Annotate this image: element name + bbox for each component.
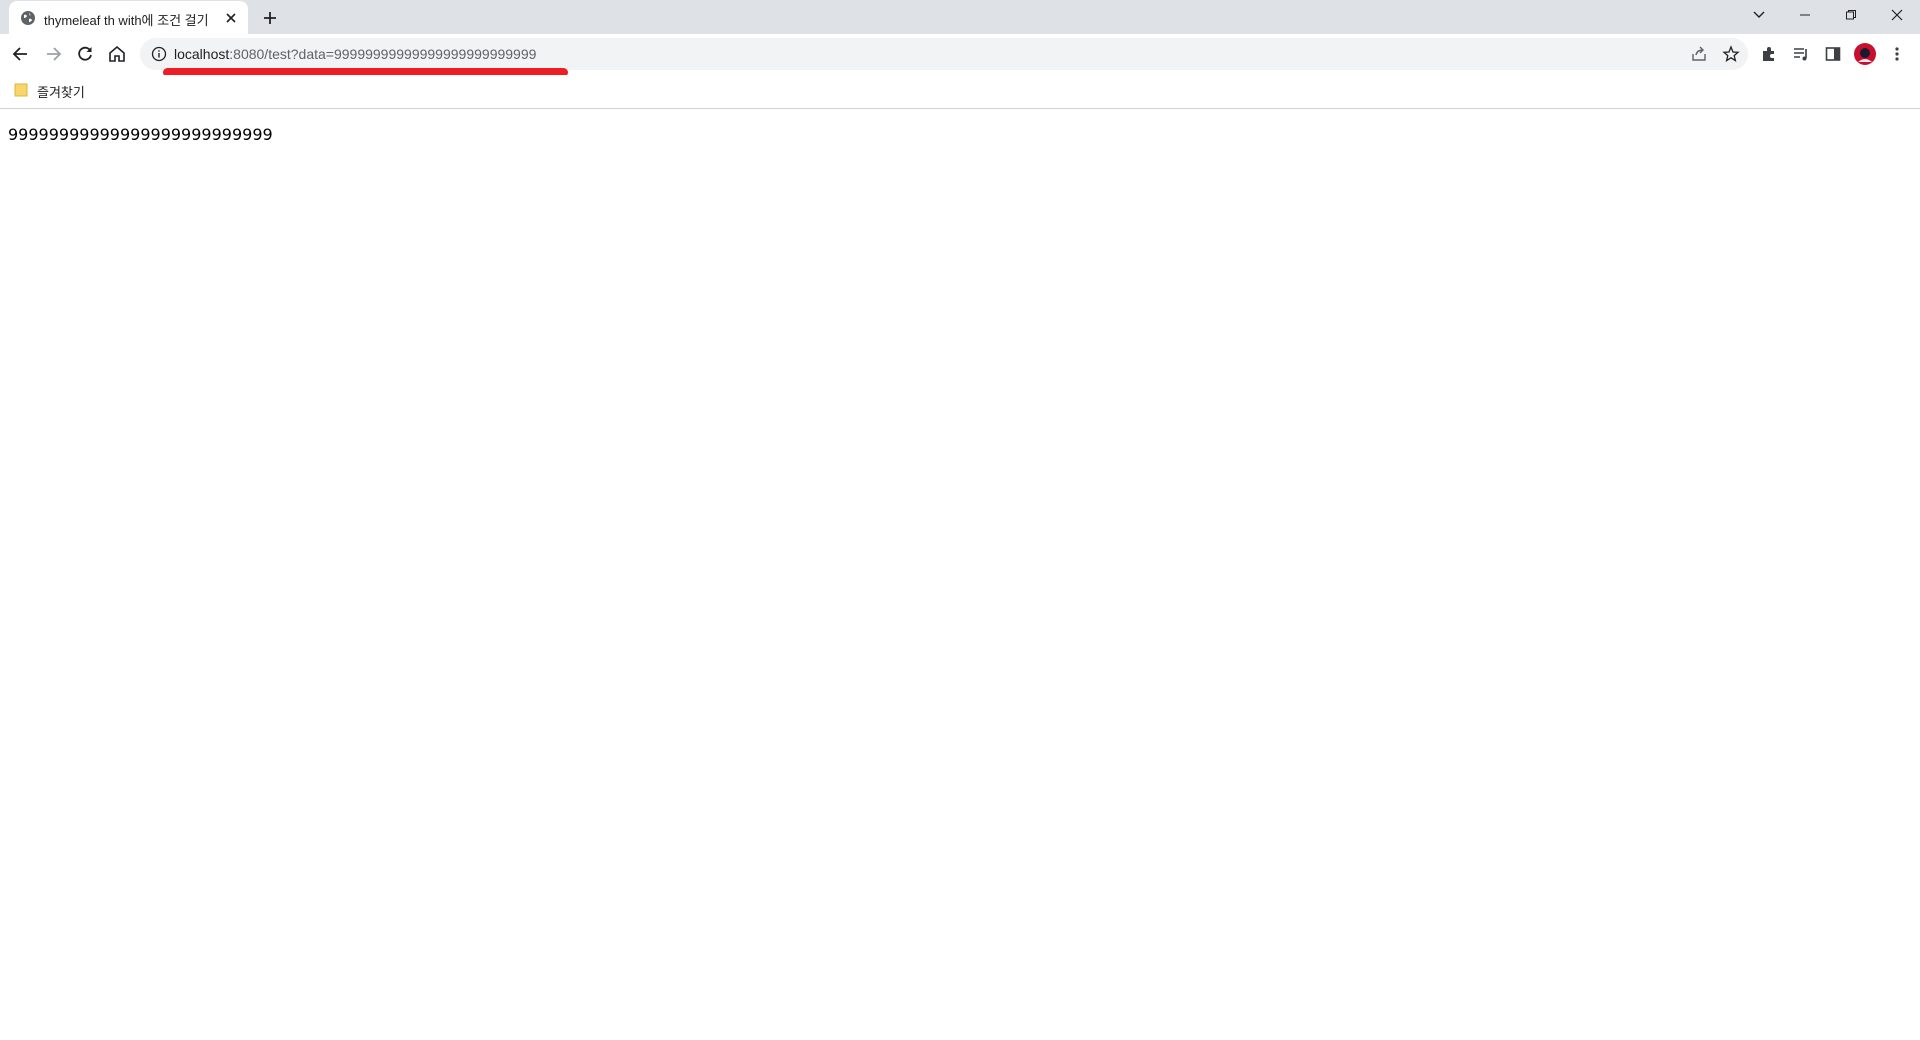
minimize-icon[interactable] bbox=[1782, 0, 1828, 30]
share-icon[interactable] bbox=[1689, 44, 1709, 64]
folder-icon bbox=[14, 83, 28, 97]
bookmarks-bar: 즐겨찾기 bbox=[0, 75, 1920, 109]
url-text[interactable]: localhost:8080/test?data=999999999999999… bbox=[174, 46, 536, 62]
url-host: localhost bbox=[174, 46, 230, 62]
close-icon[interactable] bbox=[222, 9, 240, 27]
close-icon[interactable] bbox=[1874, 0, 1920, 30]
bookmark-item-favorites[interactable]: 즐겨찾기 bbox=[37, 82, 85, 101]
url-path: :8080/test?data=999999999999999999999999… bbox=[229, 46, 537, 62]
tab-strip: thymeleaf th with에 조건 걸기 bbox=[0, 0, 1920, 34]
page-body-text: 99999999999999999999999999 bbox=[8, 125, 273, 144]
menu-dots-icon[interactable] bbox=[1882, 39, 1912, 69]
extensions-icon[interactable] bbox=[1754, 39, 1784, 69]
browser-window: thymeleaf th with에 조건 걸기 localhost:8080/… bbox=[0, 0, 1920, 1040]
media-queue-icon[interactable] bbox=[1786, 39, 1816, 69]
active-tab[interactable]: thymeleaf th with에 조건 걸기 bbox=[9, 1, 248, 34]
address-bar[interactable]: localhost:8080/test?data=999999999999999… bbox=[140, 38, 1748, 70]
tab-search-icon[interactable] bbox=[1736, 0, 1782, 30]
restore-icon[interactable] bbox=[1828, 0, 1874, 30]
tab-title: thymeleaf th with에 조건 걸기 bbox=[44, 13, 209, 28]
reload-icon[interactable] bbox=[70, 39, 100, 69]
forward-arrow-icon[interactable] bbox=[38, 39, 68, 69]
plus-icon[interactable] bbox=[258, 6, 282, 30]
info-icon[interactable] bbox=[151, 46, 167, 62]
home-icon[interactable] bbox=[102, 39, 132, 69]
back-arrow-icon[interactable] bbox=[6, 39, 36, 69]
side-panel-icon[interactable] bbox=[1818, 39, 1848, 69]
avatar[interactable] bbox=[1850, 39, 1880, 69]
star-icon[interactable] bbox=[1721, 44, 1741, 64]
globe-icon bbox=[20, 10, 36, 26]
